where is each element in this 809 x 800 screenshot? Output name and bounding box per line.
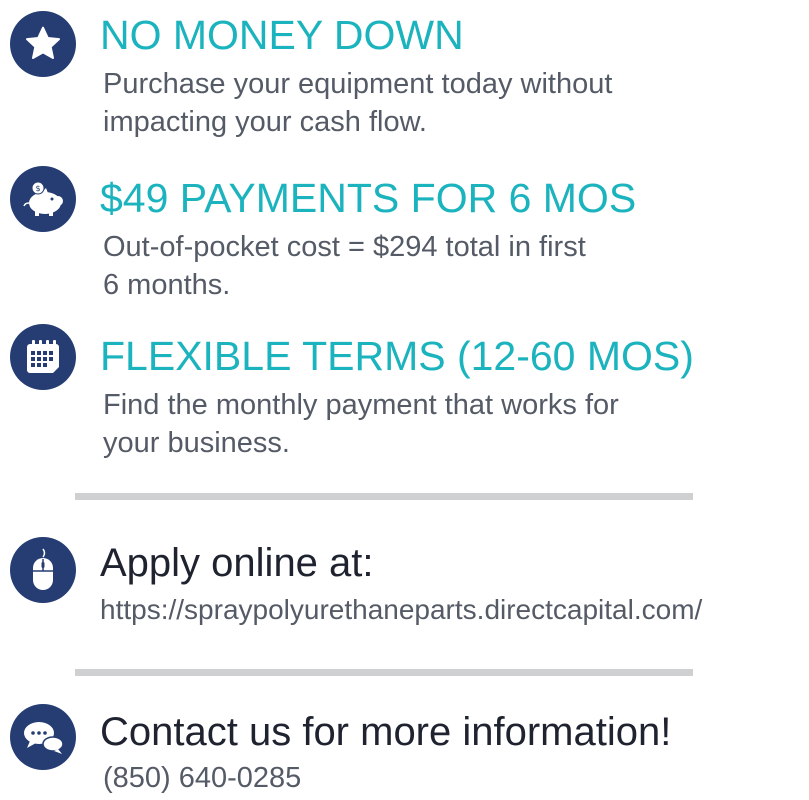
apply-url-link[interactable]: https://spraypolyurethaneparts.directcap… [100, 592, 702, 628]
feature-description-line-1: Purchase your equipment today without [103, 68, 613, 100]
piggy-bank-icon: $ [10, 166, 76, 232]
contact-title: Contact us for more information! [100, 710, 672, 754]
chat-bubbles-icon [10, 704, 76, 770]
star-icon [10, 11, 76, 77]
feature-title: $49 PAYMENTS FOR 6 MOS [100, 175, 637, 221]
feature-description-line-2: impacting your cash flow. [103, 106, 427, 138]
feature-title: NO MONEY DOWN [100, 12, 464, 58]
calendar-icon [10, 324, 76, 390]
divider [75, 493, 693, 500]
feature-title: FLEXIBLE TERMS (12-60 MOS) [100, 333, 694, 379]
divider [75, 669, 693, 676]
feature-description-line-1: Find the monthly payment that works for [103, 389, 619, 421]
feature-description-line-2: your business. [103, 427, 290, 459]
feature-description-line-1: Out-of-pocket cost = $294 total in first [103, 231, 586, 263]
apply-title: Apply online at: [100, 541, 374, 585]
svg-text:$: $ [35, 184, 40, 193]
mouse-icon [10, 537, 76, 603]
contact-phone-link[interactable]: (850) 640-0285 [103, 760, 301, 796]
feature-description-line-2: 6 months. [103, 269, 231, 301]
